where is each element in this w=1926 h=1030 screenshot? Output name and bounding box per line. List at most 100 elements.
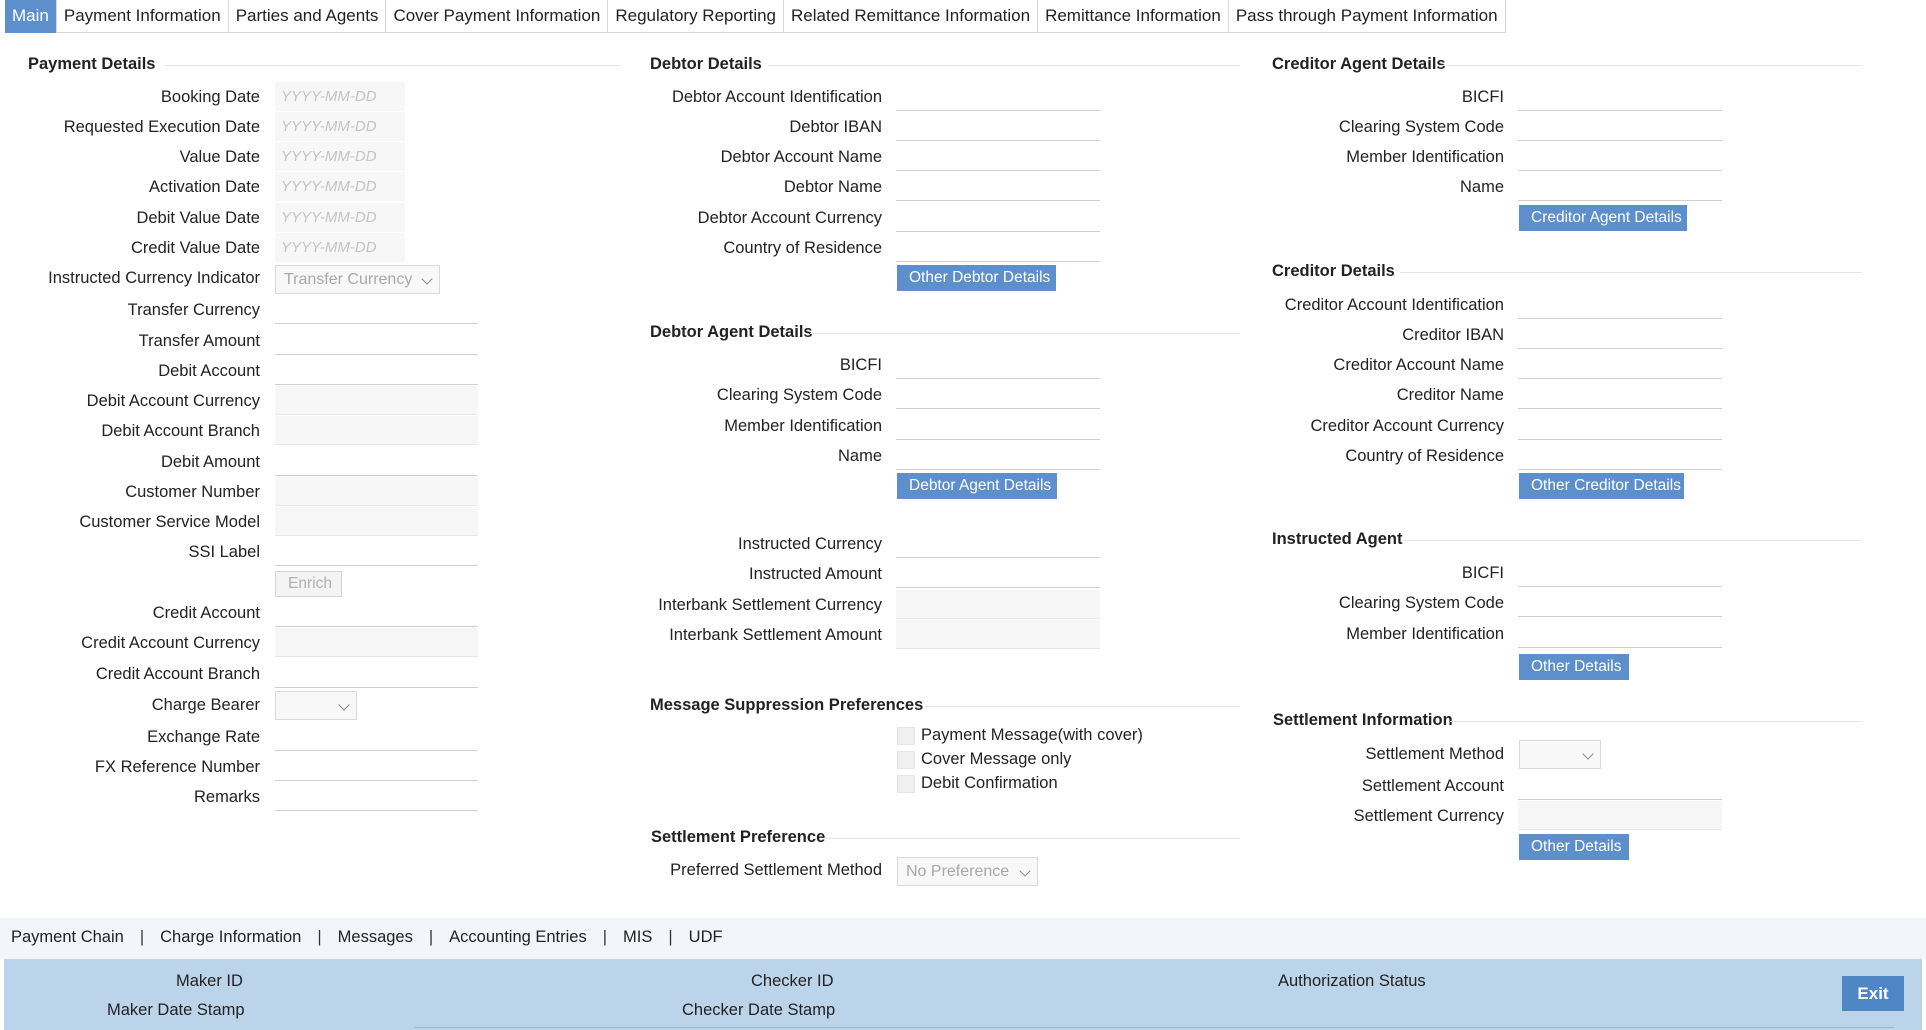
settlement-other-details-button[interactable]: Other Details	[1519, 834, 1629, 860]
creditor-iban-input[interactable]	[1518, 320, 1722, 349]
credit-account-branch-input[interactable]	[275, 659, 478, 688]
other-debtor-details-button[interactable]: Other Debtor Details	[897, 265, 1056, 291]
value-date-label: Value Date	[179, 148, 260, 166]
accounting-entries-link[interactable]: Accounting Entries	[449, 928, 587, 947]
creditor-agent-details-button[interactable]: Creditor Agent Details	[1519, 205, 1687, 231]
instructed-agent-bicfi-input[interactable]	[1518, 558, 1722, 587]
creditor-country-of-residence-label: Country of Residence	[1345, 447, 1504, 465]
debtor-name-input[interactable]	[896, 172, 1100, 201]
debit-confirmation-checkbox[interactable]	[897, 775, 915, 793]
debtor-iban-input[interactable]	[896, 112, 1100, 141]
customer-number-input[interactable]	[275, 477, 478, 506]
debit-account-branch-input[interactable]	[275, 416, 478, 445]
customer-service-model-label: Customer Service Model	[79, 513, 260, 531]
debtor-country-of-residence-input[interactable]	[896, 233, 1100, 262]
tab-parties-and-agents[interactable]: Parties and Agents	[229, 0, 387, 33]
separator: |	[428, 928, 434, 946]
ssi-label-input[interactable]	[275, 537, 478, 566]
maker-date-stamp-label: Maker Date Stamp	[107, 1001, 245, 1019]
requested-execution-date-label: Requested Execution Date	[63, 118, 260, 136]
fx-reference-number-input[interactable]	[275, 752, 478, 781]
customer-service-model-input[interactable]	[275, 507, 478, 536]
exchange-rate-input[interactable]	[275, 722, 478, 751]
enrich-button[interactable]: Enrich	[275, 571, 342, 597]
instructed-agent-clearing-system-code-label: Clearing System Code	[1338, 594, 1504, 612]
debtor-name-label: Debtor Name	[783, 178, 882, 196]
settlement-currency-input[interactable]	[1518, 801, 1722, 830]
activation-date-label: Activation Date	[149, 178, 260, 196]
tab-payment-information[interactable]: Payment Information	[57, 0, 229, 33]
debtor-agent-bicfi-label: BICFI	[839, 356, 882, 374]
debtor-account-identification-label: Debtor Account Identification	[671, 88, 882, 106]
debtor-agent-member-identification-input[interactable]	[896, 411, 1100, 440]
payment-chain-link[interactable]: Payment Chain	[11, 928, 124, 947]
section-divider	[825, 838, 1240, 839]
instructed-agent-other-details-button[interactable]: Other Details	[1519, 654, 1629, 680]
creditor-agent-bicfi-input[interactable]	[1518, 82, 1722, 111]
debit-amount-input[interactable]	[275, 447, 478, 476]
tab-remittance-information[interactable]: Remittance Information	[1038, 0, 1229, 33]
value-date-input[interactable]	[275, 142, 405, 171]
creditor-country-of-residence-input[interactable]	[1518, 441, 1722, 470]
preferred-settlement-method-select[interactable]: No Preference	[897, 857, 1038, 886]
instructed-agent-clearing-system-code-input[interactable]	[1518, 588, 1722, 617]
other-creditor-details-button[interactable]: Other Creditor Details	[1519, 473, 1684, 499]
settlement-method-select[interactable]	[1519, 740, 1601, 769]
debtor-agent-member-identification-label: Member Identification	[724, 417, 882, 435]
charge-bearer-select[interactable]	[275, 691, 357, 720]
debtor-agent-clearing-system-code-input[interactable]	[896, 380, 1100, 409]
section-divider	[1440, 65, 1862, 66]
cover-message-only-checkbox[interactable]	[897, 751, 915, 769]
creditor-account-identification-label: Creditor Account Identification	[1284, 296, 1504, 314]
requested-execution-date-input[interactable]	[275, 112, 405, 141]
messages-link[interactable]: Messages	[338, 928, 413, 947]
debtor-account-name-input[interactable]	[896, 142, 1100, 171]
transfer-currency-input[interactable]	[275, 295, 478, 324]
creditor-account-identification-input[interactable]	[1518, 290, 1722, 319]
charge-information-link[interactable]: Charge Information	[160, 928, 301, 947]
debtor-account-currency-input[interactable]	[896, 203, 1100, 232]
tab-related-remittance-information[interactable]: Related Remittance Information	[784, 0, 1039, 33]
creditor-account-currency-input[interactable]	[1518, 411, 1722, 440]
exit-button[interactable]: Exit	[1842, 976, 1904, 1011]
instructed-currency-indicator-select[interactable]: Transfer Currency	[275, 265, 440, 294]
instructed-currency-input[interactable]	[896, 529, 1100, 558]
debtor-account-identification-input[interactable]	[896, 82, 1100, 111]
debtor-agent-details-button[interactable]: Debtor Agent Details	[897, 473, 1057, 499]
udf-link[interactable]: UDF	[689, 928, 723, 947]
tab-main[interactable]: Main	[5, 0, 57, 33]
credit-account-currency-input[interactable]	[275, 628, 478, 657]
separator: |	[668, 928, 673, 946]
tab-pass-through-payment-information[interactable]: Pass through Payment Information	[1229, 0, 1506, 33]
checker-date-stamp-label: Checker Date Stamp	[682, 1001, 836, 1019]
interbank-settlement-amount-input[interactable]	[896, 620, 1100, 649]
creditor-name-input[interactable]	[1518, 380, 1722, 409]
booking-date-input[interactable]	[275, 82, 405, 111]
creditor-agent-name-label: Name	[1459, 178, 1504, 196]
mis-link[interactable]: MIS	[623, 928, 652, 947]
creditor-account-name-input[interactable]	[1518, 350, 1722, 379]
debtor-agent-bicfi-input[interactable]	[896, 350, 1100, 379]
instructed-agent-member-identification-input[interactable]	[1518, 619, 1722, 648]
remarks-input[interactable]	[275, 782, 478, 811]
transfer-currency-label: Transfer Currency	[127, 301, 260, 319]
payment-message-with-cover-checkbox[interactable]	[897, 727, 915, 745]
instructed-amount-input[interactable]	[896, 559, 1100, 588]
debtor-agent-name-input[interactable]	[896, 441, 1100, 470]
tab-regulatory-reporting[interactable]: Regulatory Reporting	[608, 0, 785, 33]
activation-date-input[interactable]	[275, 172, 405, 201]
tab-cover-payment-information[interactable]: Cover Payment Information	[386, 0, 609, 33]
transfer-amount-input[interactable]	[275, 326, 478, 355]
settlement-account-input[interactable]	[1518, 771, 1722, 800]
creditor-account-currency-label: Creditor Account Currency	[1310, 417, 1505, 435]
debit-account-input[interactable]	[275, 356, 478, 385]
debit-value-date-input[interactable]	[275, 203, 405, 232]
section-divider	[1400, 272, 1862, 273]
creditor-agent-member-identification-input[interactable]	[1518, 142, 1722, 171]
creditor-agent-clearing-system-code-input[interactable]	[1518, 112, 1722, 141]
credit-account-input[interactable]	[275, 598, 478, 627]
credit-value-date-input[interactable]	[275, 233, 405, 262]
debit-account-currency-input[interactable]	[275, 386, 478, 415]
interbank-settlement-currency-input[interactable]	[896, 590, 1100, 619]
creditor-agent-name-input[interactable]	[1518, 172, 1722, 201]
